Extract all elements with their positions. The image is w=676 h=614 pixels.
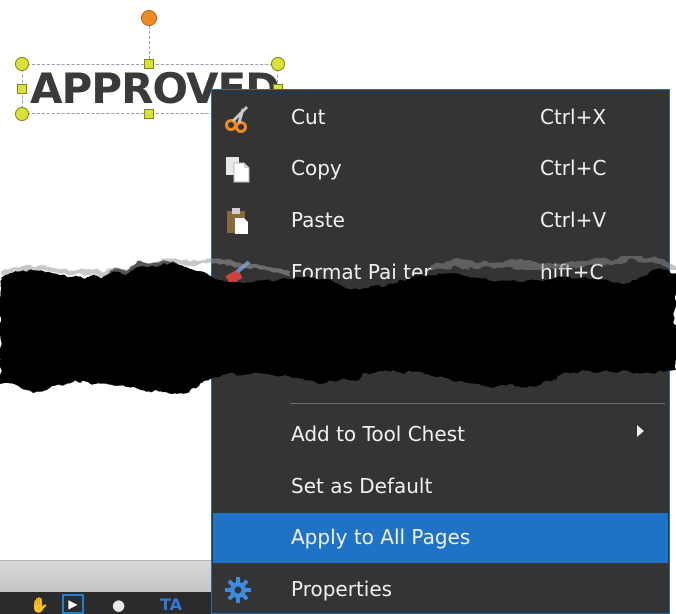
menu-item-shortcut: hift+C [540, 260, 604, 284]
resize-handle-bottom[interactable] [144, 109, 154, 119]
menu-item-label: Format Pai ter [291, 260, 432, 284]
menu-item-shortcut: Ctrl+V [540, 208, 607, 232]
menu-item-label: Copy [291, 156, 342, 180]
resize-handle-bottom-left[interactable] [15, 107, 29, 121]
menu-item-set-as-default[interactable]: Set as Default [213, 462, 668, 512]
resize-handle-top[interactable] [144, 59, 154, 69]
menu-item-format-painter[interactable]: Format Pai ter hift+C [213, 248, 668, 298]
context-menu: Cut Ctrl+X Copy Ctrl+C Paste Ctrl+V Form… [211, 89, 670, 614]
copy-icon [223, 154, 253, 184]
resize-handle-top-left[interactable] [15, 57, 29, 71]
menu-item-copy[interactable]: Copy Ctrl+C [213, 144, 668, 194]
select-arrow-icon[interactable]: ▶ [62, 594, 84, 614]
menu-item-cut[interactable]: Cut Ctrl+X [213, 93, 668, 143]
menu-item-properties[interactable]: Properties [213, 565, 668, 614]
menu-item-check[interactable]: C eck [213, 346, 668, 396]
document-canvas: APPROVED ✋ ▶ ● TA Cut Ctrl+X Copy Ctrl+C… [0, 0, 676, 614]
menu-item-label: Apply to All Pages [291, 525, 471, 549]
menu-separator [290, 403, 665, 404]
menu-item-apply-to-all-pages[interactable]: Apply to All Pages [213, 513, 668, 563]
menu-item-shortcut: Ctrl+C [540, 156, 607, 180]
hand-icon[interactable]: ✋ [30, 596, 49, 614]
menu-item-shortcut: Ctrl+X [540, 105, 607, 129]
menu-item-add-to-tool-chest[interactable]: Add to Tool Chest [213, 410, 668, 460]
gear-icon [223, 575, 253, 605]
format-painter-icon [223, 258, 253, 288]
menu-item-label: C eck [291, 358, 347, 382]
zoom-icon[interactable]: ● [112, 596, 125, 614]
toolbar-strip [0, 560, 240, 593]
rotate-handle[interactable] [141, 10, 157, 26]
menu-item-label: Properties [291, 577, 393, 601]
menu-item-paste[interactable]: Paste Ctrl+V [213, 196, 668, 246]
resize-handle-left[interactable] [17, 84, 27, 94]
text-tool-button[interactable]: TA [160, 596, 182, 614]
resize-handle-top-right[interactable] [271, 57, 285, 71]
menu-item-label: Set as Default [291, 474, 433, 498]
menu-item-label: Add to Tool Chest [291, 422, 465, 446]
menu-item-label: Cut [291, 105, 326, 129]
menu-item-label: Paste [291, 208, 345, 232]
submenu-arrow-icon [637, 425, 644, 437]
scissors-icon [223, 103, 253, 133]
paste-icon [223, 206, 253, 236]
